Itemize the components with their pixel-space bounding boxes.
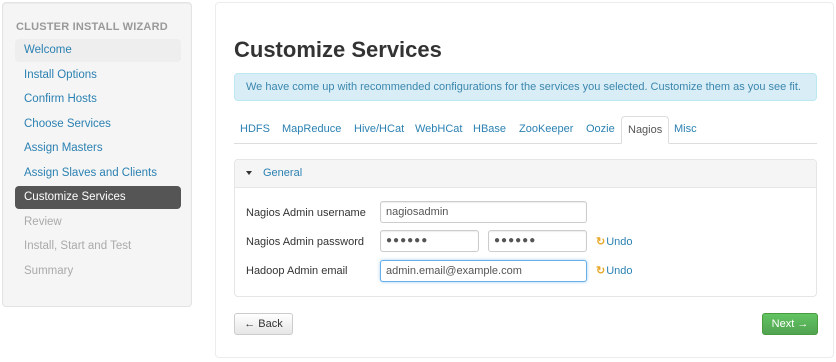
tab-hbase[interactable]: HBase <box>467 116 512 143</box>
next-button[interactable]: Next → <box>762 313 818 335</box>
sidebar-item-install-options[interactable]: Install Options <box>15 64 181 87</box>
back-button[interactable]: ← Back <box>234 313 293 335</box>
tab-zookeeper[interactable]: ZooKeeper <box>513 116 579 143</box>
sidebar-item-assign-masters[interactable]: Assign Masters <box>15 137 181 160</box>
info-alert: We have come up with recommended configu… <box>234 73 817 101</box>
sidebar-item-customize-services[interactable]: Customize Services <box>15 186 181 209</box>
panel-header[interactable]: General <box>235 160 816 188</box>
wizard-steps: Welcome Install Options Confirm Hosts Ch… <box>15 39 181 284</box>
sidebar-item-assign-slaves[interactable]: Assign Slaves and Clients <box>15 162 181 185</box>
nagios-username-input[interactable]: nagiosadmin <box>380 201 587 223</box>
hadoop-admin-email-input[interactable]: admin.email@example.com <box>380 260 587 282</box>
sidebar-header: CLUSTER INSTALL WIZARD <box>16 21 168 33</box>
sidebar-item-summary: Summary <box>24 264 74 277</box>
tab-hdfs[interactable]: HDFS <box>234 116 276 143</box>
password-undo-link[interactable]: ↻Undo <box>596 235 633 248</box>
sidebar-item-install-start-test: Install, Start and Test <box>24 240 132 252</box>
page-title: Customize Services <box>234 37 442 62</box>
sidebar-item-welcome[interactable]: Welcome <box>15 39 181 62</box>
tab-mapreduce[interactable]: MapReduce <box>276 116 347 143</box>
panel-title: General <box>263 167 303 179</box>
password-label: Nagios Admin password <box>246 236 365 248</box>
undo-icon: ↻ <box>596 265 606 277</box>
undo-label: Undo <box>606 236 633 248</box>
nagios-password-input[interactable]: ●●●●●● <box>380 230 479 252</box>
undo-icon: ↻ <box>596 236 606 248</box>
email-label: Hadoop Admin email <box>246 265 348 277</box>
tab-hive-hcat[interactable]: Hive/HCat <box>348 116 410 143</box>
sidebar-item-choose-services[interactable]: Choose Services <box>15 113 181 136</box>
tab-oozie[interactable]: Oozie <box>580 116 621 143</box>
service-tabs: HDFS MapReduce Hive/HCat WebHCat HBase Z… <box>234 116 817 144</box>
email-undo-link[interactable]: ↻Undo <box>596 264 633 277</box>
wizard-sidebar: CLUSTER INSTALL WIZARD Welcome Install O… <box>2 2 192 307</box>
username-label: Nagios Admin username <box>246 207 366 219</box>
sidebar-item-confirm-hosts[interactable]: Confirm Hosts <box>15 88 181 111</box>
nagios-password-confirm-input[interactable]: ●●●●●● <box>488 230 587 252</box>
sidebar-item-review: Review <box>24 215 62 228</box>
tab-nagios[interactable]: Nagios <box>621 116 670 144</box>
general-panel: General Nagios Admin username nagiosadmi… <box>234 159 817 297</box>
tab-misc[interactable]: Misc <box>668 116 703 143</box>
tab-webhcat[interactable]: WebHCat <box>409 116 468 143</box>
undo-label: Undo <box>606 265 633 277</box>
caret-down-icon <box>246 171 252 175</box>
